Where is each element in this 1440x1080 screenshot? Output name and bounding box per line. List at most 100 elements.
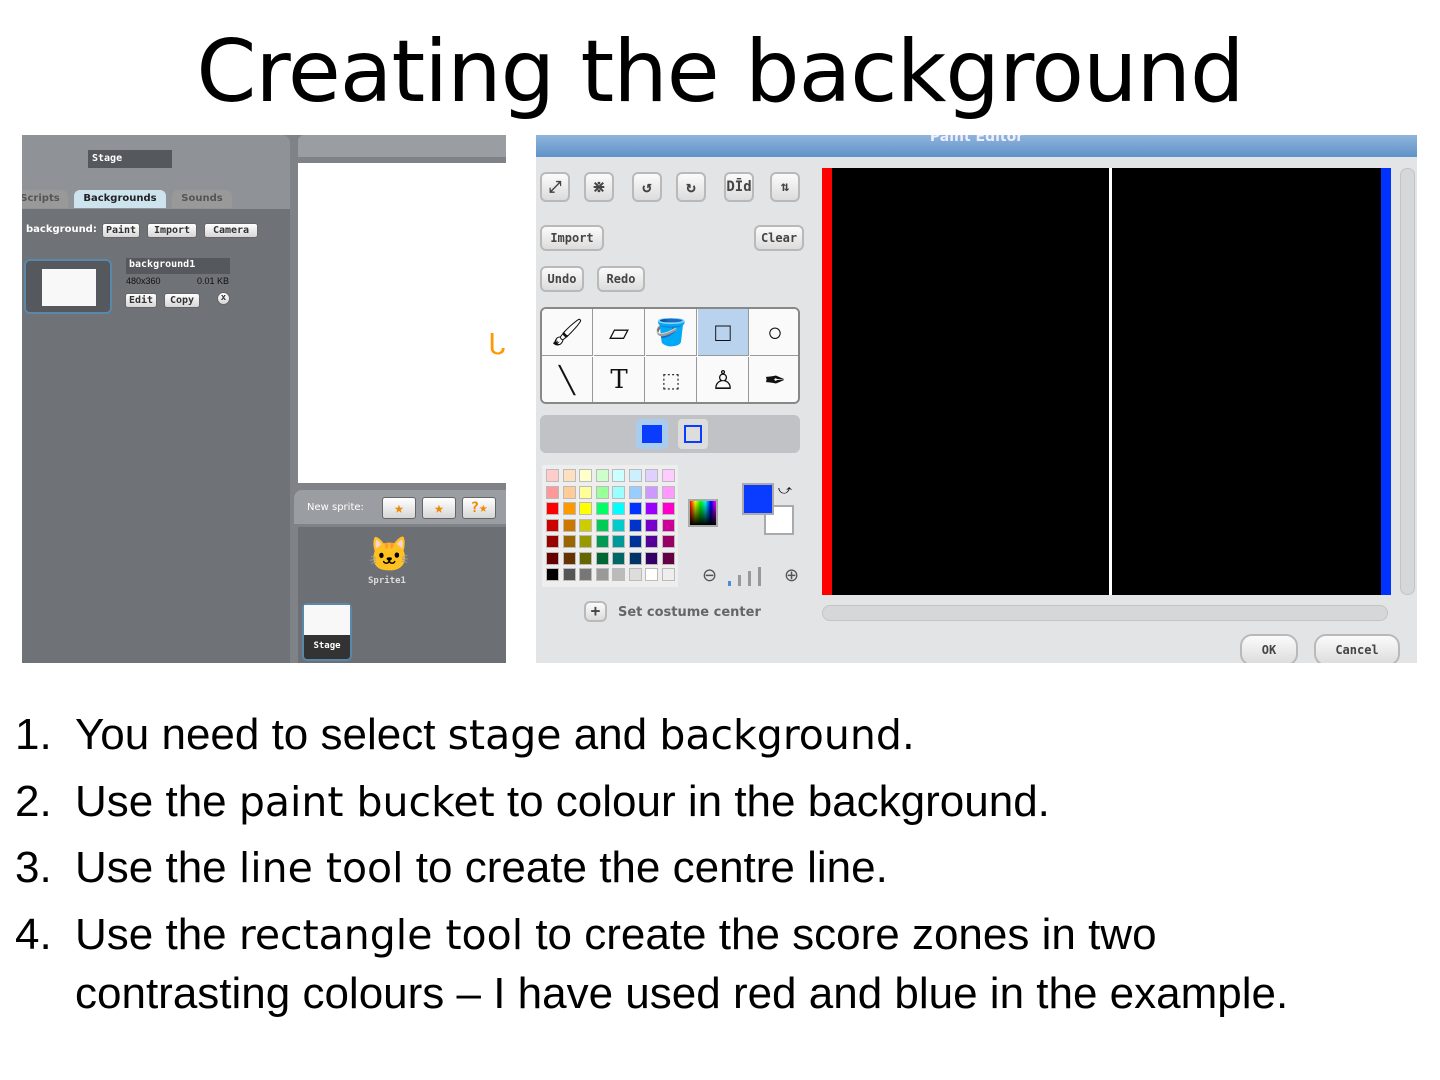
palette-color-swatch[interactable] [579,568,592,581]
palette-color-swatch[interactable] [579,535,592,548]
palette-color-swatch[interactable] [661,469,675,482]
palette-color-swatch[interactable] [628,518,642,532]
random-sprite-icon[interactable]: ?★ [462,497,496,519]
flip-horizontal-icon[interactable]: DĪd [724,172,754,202]
foreground-color-swatch[interactable] [742,483,774,515]
grow-icon[interactable]: ⤢ [540,172,570,202]
palette-color-swatch[interactable] [612,568,625,581]
paint-canvas[interactable] [822,168,1391,595]
set-costume-center-label[interactable]: Set costume center [618,605,761,620]
sprite-name-field[interactable]: Stage [88,150,172,168]
palette-color-swatch[interactable] [612,551,625,565]
text-tool[interactable]: T [594,357,645,402]
palette-color-swatch[interactable] [579,551,592,565]
palette-color-swatch[interactable] [645,568,658,581]
zoom-in-icon[interactable]: ⊕ [784,565,799,586]
eyedropper-tool[interactable]: ✒ [750,357,798,402]
palette-color-swatch[interactable] [661,502,675,515]
palette-color-swatch[interactable] [595,469,609,482]
horizontal-scrollbar[interactable] [822,605,1388,621]
palette-color-swatch[interactable] [595,535,609,548]
palette-color-swatch[interactable] [612,518,625,532]
palette-color-swatch[interactable] [645,535,658,548]
sprite1-thumbnail-cat-icon[interactable]: 🐱 [368,535,410,575]
tab-backgrounds[interactable]: Backgrounds [74,190,166,208]
rotate-cw-icon[interactable]: ↻ [676,172,706,202]
palette-color-swatch[interactable] [628,535,642,548]
palette-color-swatch[interactable] [562,502,576,515]
shrink-icon[interactable]: ⋇ [584,172,614,202]
palette-color-swatch[interactable] [579,485,592,499]
rotate-ccw-icon[interactable]: ↺ [632,172,662,202]
palette-color-swatch[interactable] [562,485,576,499]
tab-scripts[interactable]: Scripts [22,190,68,208]
palette-color-swatch[interactable] [628,469,642,482]
palette-color-swatch[interactable] [579,518,592,532]
swap-colors-icon[interactable]: ⤻ [778,482,792,498]
background-thumbnail[interactable] [24,259,112,314]
palette-color-swatch[interactable] [595,502,609,515]
eraser-tool[interactable]: ▱ [594,309,645,356]
edit-button[interactable]: Edit [125,293,157,308]
costume-name-field[interactable]: background1 [126,258,230,274]
line-tool[interactable]: ╲ [542,357,593,402]
palette-color-swatch[interactable] [612,485,625,499]
palette-color-swatch[interactable] [645,551,658,565]
vertical-scrollbar[interactable] [1400,168,1415,595]
cancel-button[interactable]: Cancel [1314,634,1400,663]
zoom-level-indicator[interactable] [728,581,731,586]
palette-color-swatch[interactable] [546,551,559,565]
palette-color-swatch[interactable] [661,568,675,581]
delete-costume-button[interactable]: x [217,292,230,305]
zoom-level-bar[interactable] [748,571,751,586]
palette-color-swatch[interactable] [579,469,592,482]
palette-color-swatch[interactable] [562,568,576,581]
palette-color-swatch[interactable] [562,551,576,565]
palette-color-swatch[interactable] [562,535,576,548]
palette-color-swatch[interactable] [628,568,642,581]
zoom-out-icon[interactable]: ⊖ [702,565,717,586]
undo-button[interactable]: Undo [540,266,584,292]
set-costume-center-icon[interactable]: + [584,601,607,622]
clear-button[interactable]: Clear [754,225,804,251]
import-button[interactable]: Import [540,225,604,251]
paint-button[interactable]: Paint [102,223,140,238]
palette-color-swatch[interactable] [612,535,625,548]
palette-color-swatch[interactable] [546,469,559,482]
palette-color-swatch[interactable] [661,551,675,565]
palette-color-swatch[interactable] [562,518,576,532]
palette-color-swatch[interactable] [628,551,642,565]
palette-color-swatch[interactable] [546,535,559,548]
zoom-level-bar[interactable] [738,575,741,586]
filled-shape-option[interactable] [636,419,668,449]
tab-sounds[interactable]: Sounds [172,190,232,208]
palette-color-swatch[interactable] [546,568,559,581]
choose-sprite-file-icon[interactable]: ★ [422,497,456,519]
stamp-tool[interactable]: ♙ [698,357,749,402]
color-picker-icon[interactable] [688,499,718,527]
palette-color-swatch[interactable] [661,535,675,548]
ellipse-tool[interactable]: ○ [750,309,798,356]
palette-color-swatch[interactable] [595,518,609,532]
ok-button[interactable]: OK [1240,634,1298,663]
palette-color-swatch[interactable] [562,469,576,482]
copy-button[interactable]: Copy [164,293,200,308]
palette-color-swatch[interactable] [546,502,559,515]
palette-color-swatch[interactable] [546,485,559,499]
flip-vertical-icon[interactable]: ⇅ [770,172,800,202]
redo-button[interactable]: Redo [597,266,645,292]
paintbrush-tool[interactable]: 🖌 [542,309,593,356]
camera-button[interactable]: Camera [204,223,258,238]
palette-color-swatch[interactable] [579,502,592,515]
stage-canvas[interactable]: ᒐ [298,163,506,483]
select-tool[interactable]: ⬚ [646,357,697,402]
palette-color-swatch[interactable] [628,502,642,515]
import-button[interactable]: Import [147,223,197,238]
palette-color-swatch[interactable] [595,485,609,499]
palette-color-swatch[interactable] [645,485,658,499]
paint-new-sprite-icon[interactable]: ★ [382,497,416,519]
zoom-level-bar[interactable] [758,567,761,586]
stage-thumbnail[interactable]: Stage [302,603,352,661]
palette-color-swatch[interactable] [645,518,658,532]
palette-color-swatch[interactable] [612,502,625,515]
